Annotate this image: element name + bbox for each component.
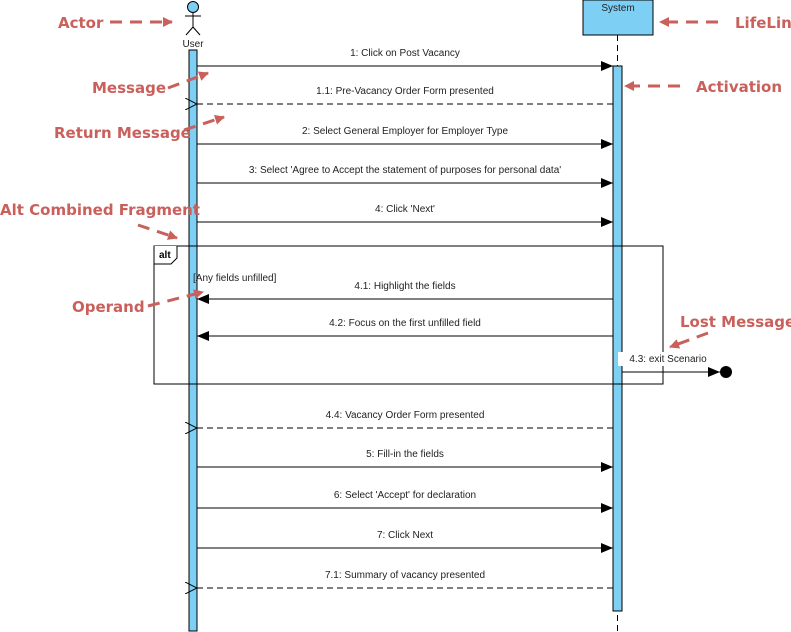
annotation-return-message: Return Message xyxy=(54,115,225,142)
annotation-arrow-icon xyxy=(167,71,209,90)
annotation-label: Alt Combined Fragment xyxy=(0,201,200,219)
actor-user[interactable]: User xyxy=(182,1,204,51)
lost-message-endpoint-icon xyxy=(720,366,732,378)
annotation-arrow-icon xyxy=(137,223,178,240)
message[interactable]: 5: Fill-in the fields xyxy=(197,449,613,472)
annotation-lost-message: Lost Message xyxy=(669,313,791,349)
annotation-actor: Actor xyxy=(58,14,173,32)
message-label: 1.1: Pre-Vacancy Order Form presented xyxy=(316,86,494,97)
alt-operator-label: alt xyxy=(159,250,171,261)
message[interactable]: 1: Click on Post Vacancy xyxy=(197,48,613,71)
message-label: 7: Click Next xyxy=(377,530,433,541)
annotation-label: Return Message xyxy=(54,124,191,142)
annotation-label: LifeLine xyxy=(735,14,791,32)
message[interactable]: 6: Select 'Accept' for declaration xyxy=(197,490,613,513)
message-label: 4: Click 'Next' xyxy=(375,204,435,215)
message-label: 3: Select 'Agree to Accept the statement… xyxy=(249,165,561,176)
message[interactable]: 7.1: Summary of vacancy presented xyxy=(197,570,613,588)
annotation-operand: Operand xyxy=(72,289,204,316)
message[interactable]: 7: Click Next xyxy=(197,530,613,553)
messages: 1: Click on Post Vacancy 1.1: Pre-Vacancy… xyxy=(197,48,732,588)
message-label: 4.1: Highlight the fields xyxy=(354,281,455,292)
operand-guard-label: [Any fields unfilled] xyxy=(193,273,277,284)
message[interactable]: 4.3: exit Scenario xyxy=(618,352,732,378)
system-activation-bar[interactable] xyxy=(612,65,623,612)
annotation-alt-fragment: Alt Combined Fragment xyxy=(0,201,200,240)
message[interactable]: 4.4: Vacancy Order Form presented xyxy=(197,410,613,428)
annotation-label: Message xyxy=(92,79,166,97)
message[interactable]: 2: Select General Employer for Employer … xyxy=(197,126,613,149)
message-label: 6: Select 'Accept' for declaration xyxy=(334,490,476,501)
annotation-activation: Activation xyxy=(624,78,782,96)
message-label: 1: Click on Post Vacancy xyxy=(350,48,460,59)
message-label: 7.1: Summary of vacancy presented xyxy=(325,570,485,581)
annotation-arrow-icon xyxy=(669,331,709,349)
annotation-label: Activation xyxy=(696,78,782,96)
message-label: 5: Fill-in the fields xyxy=(366,449,444,460)
annotation-label: Operand xyxy=(72,298,145,316)
message-label: 4.4: Vacancy Order Form presented xyxy=(326,410,485,421)
message[interactable]: 4.2: Focus on the first unfilled field xyxy=(197,318,613,341)
annotation-label: Lost Message xyxy=(680,313,791,331)
actor-head-icon xyxy=(187,1,199,13)
alt-frame xyxy=(153,245,664,385)
message-label: 4.3: exit Scenario xyxy=(629,354,707,365)
message[interactable]: 1.1: Pre-Vacancy Order Form presented xyxy=(197,86,613,104)
message[interactable]: 3: Select 'Agree to Accept the statement… xyxy=(197,165,613,188)
message[interactable]: 4: Click 'Next' xyxy=(197,204,613,227)
lifeline-label: System xyxy=(601,3,634,14)
message-label: 4.2: Focus on the first unfilled field xyxy=(329,318,481,329)
annotation-lifeline: LifeLine xyxy=(659,14,791,32)
message-label: 2: Select General Employer for Employer … xyxy=(302,126,508,137)
annotations: Actor LifeLine Message Activation Return Mes… xyxy=(0,14,791,349)
alt-combined-fragment[interactable]: alt [Any fields unfilled] xyxy=(153,245,664,385)
annotation-label: Actor xyxy=(58,14,104,32)
actor-label: User xyxy=(182,39,204,50)
sequence-diagram: User System alt [Any fields unfilled] 1:… xyxy=(0,0,791,632)
